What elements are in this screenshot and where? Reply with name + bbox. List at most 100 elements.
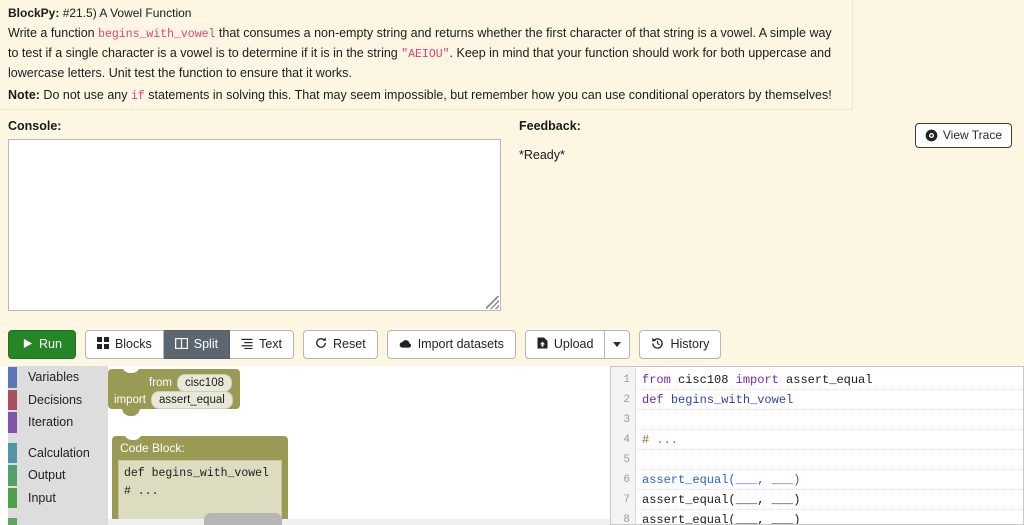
canvas-scrollbar-thumb[interactable] [204, 513, 282, 525]
editor-code-area[interactable]: from cisc108 import assert_equal def begi… [636, 367, 1023, 524]
editor-code-line[interactable]: # ... [636, 430, 1023, 450]
toolbox-item-label: Calculation [28, 445, 90, 460]
code-token: begins_with_vowel [670, 393, 794, 407]
import-block[interactable]: from cisc108 import assert_equal [108, 366, 240, 416]
code-block[interactable]: Code Block: def begins_with_vowel # ... [112, 432, 288, 525]
upload-group: Upload [524, 330, 631, 359]
code-token: from [642, 373, 679, 387]
assignment-title-text: #21.5) A Vowel Function [62, 6, 192, 20]
console-feedback-row: Console: Feedback: *Ready* View Trace [0, 111, 1024, 325]
split-view-button[interactable]: Split [163, 330, 231, 359]
toolbox-item-variables[interactable]: Variables [8, 366, 108, 389]
from-keyword-label: from [149, 377, 172, 389]
toolbox-color-swatch [8, 465, 17, 486]
cloud-download-icon [399, 338, 412, 352]
toolbox-color-swatch [8, 367, 17, 388]
history-label: History [670, 337, 710, 352]
editor-code-line[interactable]: assert_equal(___, ___) [636, 470, 1023, 490]
block-notch-top [122, 366, 140, 373]
block-toolbox[interactable]: Variables Decisions Iteration Calculatio… [8, 366, 108, 525]
upload-button[interactable]: Upload [524, 330, 606, 359]
line-number: 2 [623, 394, 630, 406]
toolbox-item-iteration[interactable]: Iteration [8, 411, 108, 434]
editor-code-line[interactable] [636, 410, 1023, 430]
text-lines-icon [241, 338, 253, 352]
code-editor[interactable]: 1 2 3 4 5 6 7 8 from cisc108 import asse… [610, 366, 1024, 525]
editor-code-line[interactable]: from cisc108 import assert_equal [636, 370, 1023, 390]
toolbox-color-swatch [8, 487, 17, 508]
editor-code-line[interactable]: assert_equal(___, ___) [636, 510, 1023, 524]
toolbox-item-label: Decisions [28, 392, 83, 407]
feedback-section: Feedback: *Ready* [519, 119, 849, 163]
editor-code-line[interactable] [636, 450, 1023, 470]
toolbox-color-swatch [8, 389, 17, 410]
assignment-title: BlockPy: #21.5) A Vowel Function [8, 5, 842, 21]
editor-toolbar: Run Blocks Split Text Reset Import datas… [0, 327, 1024, 365]
inline-code-function-name: begins_with_vowel [98, 28, 216, 41]
toolbox-color-swatch [8, 442, 17, 463]
toolbox-item-label: Input [28, 490, 56, 505]
inline-code-aeiou: "AEIOU" [401, 48, 450, 61]
toolbox-item-partial[interactable] [8, 517, 108, 525]
code-token: assert_equal(___, ___) [642, 493, 801, 507]
canvas-scrollbar-track[interactable] [108, 519, 610, 525]
blockpy-app: BlockPy: #21.5) A Vowel Function Write a… [0, 0, 1024, 525]
toolbox-item-output[interactable]: Output [8, 464, 108, 487]
blocks-canvas[interactable]: from cisc108 import assert_equal Code Bl… [108, 366, 610, 525]
toolbox-divider [8, 434, 108, 442]
code-token: # ... [642, 433, 679, 447]
console-section: Console: [8, 119, 502, 311]
toolbox-item-decisions[interactable]: Decisions [8, 389, 108, 412]
toolbox-item-input[interactable]: Input [8, 487, 108, 510]
upload-dropdown-toggle[interactable] [605, 330, 631, 359]
code-block-line-3: # ... [124, 485, 159, 498]
line-number: 4 [623, 434, 630, 446]
view-mode-group: Blocks Split Text [84, 330, 295, 359]
code-token: assert_equal(___, ___) [642, 473, 801, 487]
reset-label: Reset [333, 337, 366, 352]
code-token: assert_equal [786, 373, 873, 387]
run-button[interactable]: Run [8, 330, 76, 359]
reset-button[interactable]: Reset [303, 330, 378, 359]
line-number: 8 [623, 514, 630, 525]
toolbox-item-calculation[interactable]: Calculation [8, 442, 108, 465]
play-icon [22, 338, 33, 352]
upload-label: Upload [553, 337, 594, 352]
view-trace-button[interactable]: View Trace [914, 123, 1012, 148]
editor-code-line[interactable]: assert_equal(___, ___) [636, 490, 1023, 510]
code-block-line-1: def begins_with_vowel [124, 467, 269, 480]
line-number: 3 [623, 414, 630, 426]
eye-icon [925, 129, 938, 142]
toolbox-item-label: Output [28, 468, 66, 483]
feedback-status: *Ready* [519, 148, 565, 162]
workspace: Variables Decisions Iteration Calculatio… [0, 366, 1024, 525]
text-view-button[interactable]: Text [230, 330, 295, 359]
run-label: Run [39, 337, 62, 352]
toolbox-color-swatch [8, 518, 17, 525]
console-output[interactable] [8, 139, 501, 311]
code-token: def [642, 393, 671, 407]
module-name-field[interactable]: cisc108 [177, 374, 232, 392]
split-view-label: Split [193, 337, 219, 352]
blocks-view-button[interactable]: Blocks [84, 330, 164, 359]
instr-text-a: Write a function [8, 26, 99, 40]
imported-name-field[interactable]: assert_equal [150, 391, 233, 409]
import-block-import-row: import assert_equal [114, 391, 233, 409]
import-block-from-row: from cisc108 [149, 374, 232, 392]
line-number: 7 [623, 494, 630, 506]
import-datasets-button[interactable]: Import datasets [386, 330, 516, 359]
console-resize-handle[interactable] [486, 296, 499, 309]
reset-refresh-icon [315, 337, 327, 352]
block-notch-bottom [122, 408, 140, 416]
editor-line-number-gutter: 1 2 3 4 5 6 7 8 [611, 367, 636, 524]
import-datasets-label: Import datasets [417, 337, 504, 352]
toolbox-color-swatch [8, 412, 17, 433]
note-label: Note: [8, 88, 40, 102]
toolbox-divider [8, 509, 108, 517]
blocks-view-label: Blocks [114, 337, 152, 352]
history-button[interactable]: History [639, 330, 722, 359]
instructions-note: Note: Do not use any if statements in so… [8, 86, 842, 106]
editor-code-line[interactable]: def begins_with_vowel [636, 390, 1023, 410]
import-keyword-label: import [114, 394, 146, 406]
line-number: 6 [623, 474, 630, 486]
